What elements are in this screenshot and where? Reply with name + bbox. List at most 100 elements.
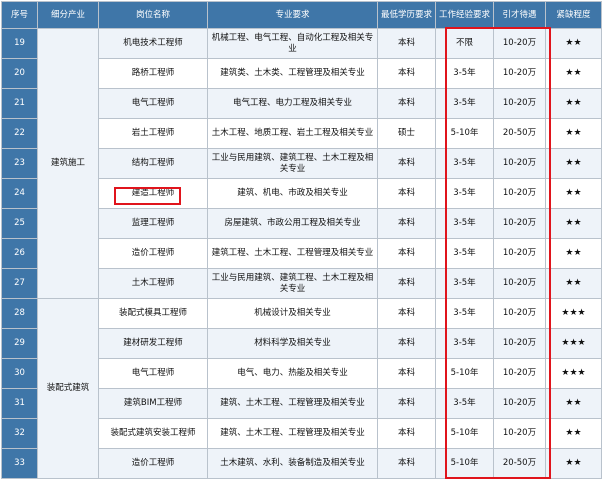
- experience-cell: 3-5年: [435, 148, 494, 179]
- urgency-stars: ★★: [545, 28, 602, 59]
- urgency-stars: ★★: [545, 58, 602, 89]
- urgency-stars: ★★: [545, 88, 602, 119]
- pay-cell: 10-20万: [493, 58, 546, 89]
- job-title-cell: 建造工程师: [98, 178, 208, 209]
- experience-cell: 5-10年: [435, 118, 494, 149]
- major-cell: 建筑、机电、市政及相关专业: [207, 178, 378, 209]
- row-number: 25: [1, 208, 38, 239]
- experience-cell: 3-5年: [435, 178, 494, 209]
- major-cell: 机械工程、电气工程、自动化工程及相关专业: [207, 28, 378, 59]
- row-number: 19: [1, 28, 38, 59]
- education-cell: 本科: [377, 28, 436, 59]
- row-number: 33: [1, 448, 38, 479]
- major-cell: 土木建筑、水利、装备制造及相关专业: [207, 448, 378, 479]
- header-experience: 工作经验要求: [435, 1, 494, 29]
- row-number: 26: [1, 238, 38, 269]
- row-number: 21: [1, 88, 38, 119]
- urgency-stars: ★★: [545, 208, 602, 239]
- job-title-cell: 装配式模具工程师: [98, 298, 208, 329]
- header-seq: 序号: [1, 1, 38, 29]
- pay-cell: 10-20万: [493, 298, 546, 329]
- pay-cell: 10-20万: [493, 28, 546, 59]
- row-number: 24: [1, 178, 38, 209]
- education-cell: 本科: [377, 88, 436, 119]
- job-title-cell: 电气工程师: [98, 88, 208, 119]
- row-number: 30: [1, 358, 38, 389]
- education-cell: 本科: [377, 208, 436, 239]
- table-header-row: 序号 细分产业 岗位名称 专业要求 最低学历要求 工作经验要求 引才待遇 紧缺程度: [1, 1, 602, 29]
- experience-cell: 3-5年: [435, 268, 494, 299]
- education-cell: 本科: [377, 148, 436, 179]
- experience-cell: 5-10年: [435, 448, 494, 479]
- industry-cell: 建筑施工: [37, 28, 99, 299]
- education-cell: 本科: [377, 448, 436, 479]
- job-title-cell: 造价工程师: [98, 448, 208, 479]
- job-title-cell: 建材研发工程师: [98, 328, 208, 359]
- job-title-cell: 建筑BIM工程师: [98, 388, 208, 419]
- education-cell: 本科: [377, 178, 436, 209]
- education-cell: 本科: [377, 388, 436, 419]
- major-cell: 工业与民用建筑、建筑工程、土木工程及相关专业: [207, 148, 378, 179]
- job-title-cell: 路桥工程师: [98, 58, 208, 89]
- row-number: 20: [1, 58, 38, 89]
- experience-cell: 5-10年: [435, 418, 494, 449]
- row-number: 28: [1, 298, 38, 329]
- header-industry: 细分产业: [37, 1, 99, 29]
- education-cell: 本科: [377, 298, 436, 329]
- major-cell: 房屋建筑、市政公用工程及相关专业: [207, 208, 378, 239]
- pay-cell: 10-20万: [493, 388, 546, 419]
- table-row: 19 建筑施工 机电技术工程师 机械工程、电气工程、自动化工程及相关专业 本科 不限 10-…: [1, 28, 602, 299]
- row-number: 27: [1, 268, 38, 299]
- urgency-stars: ★★★: [545, 358, 602, 389]
- pay-cell: 10-20万: [493, 268, 546, 299]
- job-title-cell: 装配式建筑安装工程师: [98, 418, 208, 449]
- job-title-cell: 造价工程师: [98, 238, 208, 269]
- header-job-title: 岗位名称: [98, 1, 208, 29]
- row-number: 31: [1, 388, 38, 419]
- header-major: 专业要求: [207, 1, 378, 29]
- experience-cell: 3-5年: [435, 88, 494, 119]
- experience-cell: 3-5年: [435, 298, 494, 329]
- row-number: 32: [1, 418, 38, 449]
- major-cell: 建筑、土木工程、工程管理及相关专业: [207, 418, 378, 449]
- header-urgency: 紧缺程度: [545, 1, 602, 29]
- urgency-stars: ★★★: [545, 328, 602, 359]
- urgency-stars: ★★: [545, 388, 602, 419]
- major-cell: 建筑工程、土木工程、工程管理及相关专业: [207, 238, 378, 269]
- pay-cell: 10-20万: [493, 328, 546, 359]
- experience-cell: 5-10年: [435, 358, 494, 389]
- education-cell: 本科: [377, 358, 436, 389]
- job-title-cell: 结构工程师: [98, 148, 208, 179]
- urgency-stars: ★★: [545, 178, 602, 209]
- experience-cell: 3-5年: [435, 328, 494, 359]
- table-row: 28 装配式建筑 装配式模具工程师 机械设计及相关专业 本科 3-5年 10-20万 ★★★: [1, 298, 602, 479]
- row-number: 22: [1, 118, 38, 149]
- talent-demand-table: 序号 细分产业 岗位名称 专业要求 最低学历要求 工作经验要求 引才待遇 紧缺程度 19 建筑施…: [1, 1, 602, 479]
- job-title-cell: 土木工程师: [98, 268, 208, 299]
- major-cell: 土木工程、地质工程、岩土工程及相关专业: [207, 118, 378, 149]
- job-title-cell: 监理工程师: [98, 208, 208, 239]
- education-cell: 本科: [377, 328, 436, 359]
- row-number: 23: [1, 148, 38, 179]
- pay-cell: 20-50万: [493, 118, 546, 149]
- urgency-stars: ★★: [545, 238, 602, 269]
- urgency-stars: ★★: [545, 118, 602, 149]
- education-cell: 硕士: [377, 118, 436, 149]
- major-cell: 电气、电力、热能及相关专业: [207, 358, 378, 389]
- experience-cell: 3-5年: [435, 58, 494, 89]
- industry-cell: 装配式建筑: [37, 298, 99, 479]
- major-cell: 材料科学及相关专业: [207, 328, 378, 359]
- experience-cell: 不限: [435, 28, 494, 59]
- pay-cell: 10-20万: [493, 418, 546, 449]
- pay-cell: 20-50万: [493, 448, 546, 479]
- major-cell: 建筑、土木工程、工程管理及相关专业: [207, 388, 378, 419]
- row-number: 29: [1, 328, 38, 359]
- urgency-stars: ★★: [545, 148, 602, 179]
- education-cell: 本科: [377, 268, 436, 299]
- major-cell: 机械设计及相关专业: [207, 298, 378, 329]
- experience-cell: 3-5年: [435, 388, 494, 419]
- job-title-cell: 岩土工程师: [98, 118, 208, 149]
- job-title-cell: 电气工程师: [98, 358, 208, 389]
- pay-cell: 10-20万: [493, 178, 546, 209]
- education-cell: 本科: [377, 58, 436, 89]
